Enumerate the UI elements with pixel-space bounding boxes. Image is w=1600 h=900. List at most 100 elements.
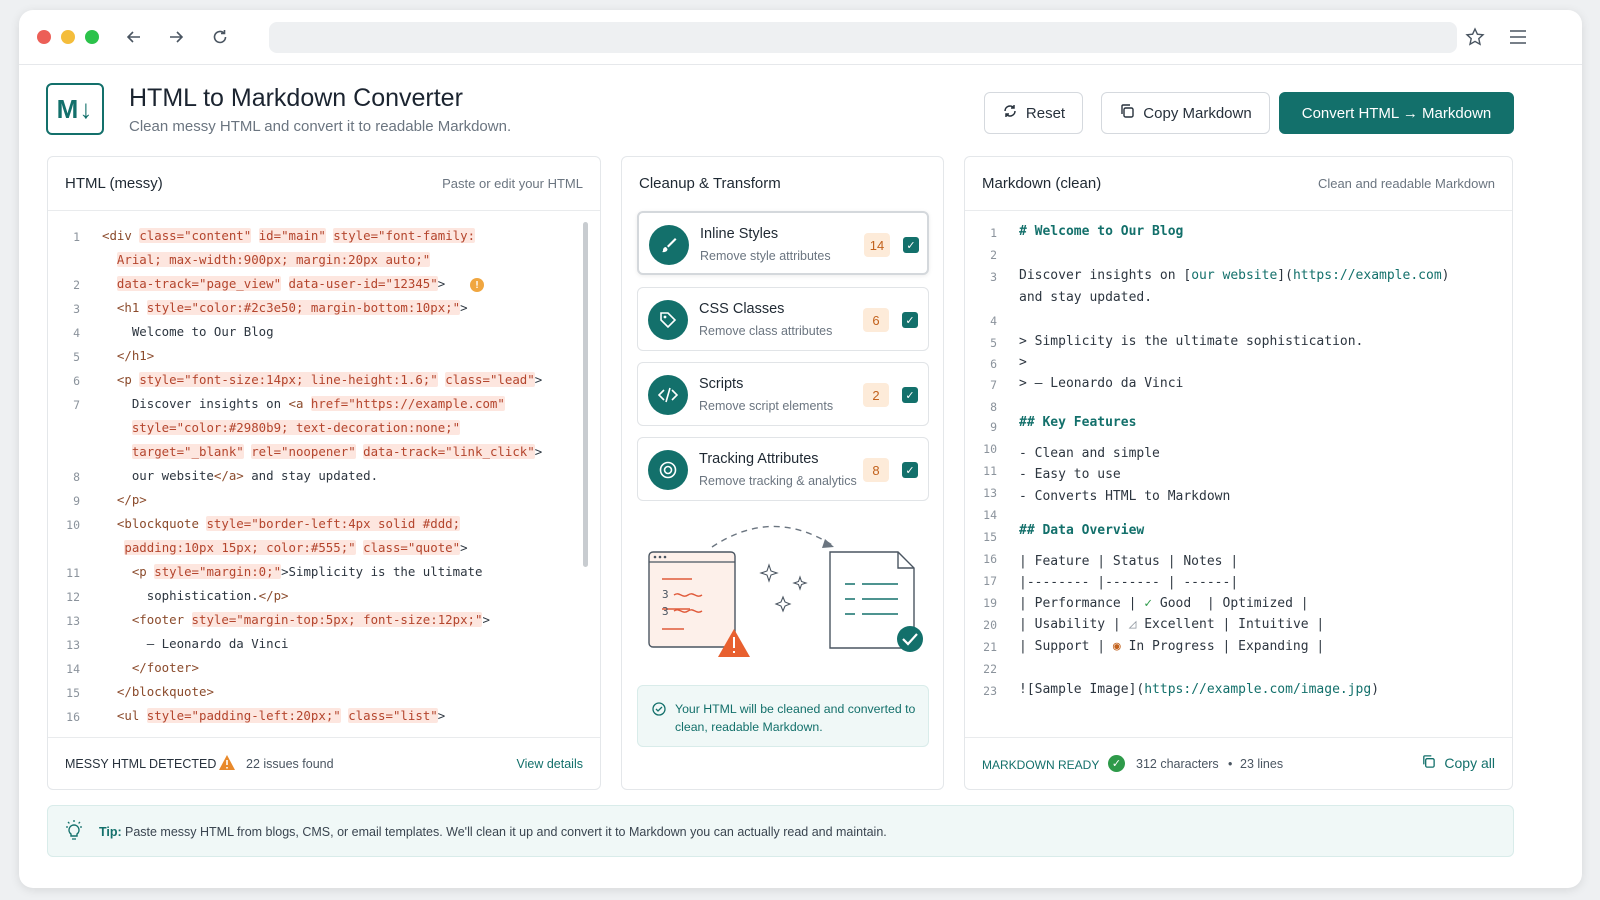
warning-triangle-icon [218, 754, 236, 774]
code-line: <h1 style="color:#2c3e50; margin-bottom:… [116, 300, 468, 315]
line-number: 20 [983, 618, 997, 632]
md-panel-title: Markdown (clean) [982, 175, 1102, 192]
line-number: 5 [73, 350, 80, 364]
convert-button[interactable]: Convert HTML → Markdown [1279, 92, 1514, 134]
option-title: CSS Classes [699, 301, 785, 317]
code-line: padding:10px 15px; color:#555;" class="q… [124, 540, 468, 555]
option-count-badge: 14 [864, 233, 890, 257]
md-line: > — Leonardo da Vinci [1019, 376, 1184, 391]
md-line: | Usability | ◿ Excellent | Intuitive | [1019, 617, 1325, 632]
md-line: | Performance | ✓ Good | Optimized | [1019, 596, 1309, 611]
issues-count: 22 issues found [246, 757, 334, 771]
code-line: </h1> [116, 348, 155, 363]
code-line: </footer> [131, 660, 199, 675]
code-line: style="color:#2980b9; text-decoration:no… [131, 420, 461, 435]
progress-icon: ◉ [1112, 639, 1121, 654]
line-number: 17 [983, 574, 997, 588]
line-number: 9 [73, 494, 80, 508]
line-number: 14 [66, 662, 80, 676]
md-line: and stay updated. [1019, 290, 1153, 305]
line-number: 2 [990, 248, 997, 262]
md-line: Discover insights on [our website](https… [1019, 268, 1450, 283]
md-line: > Simplicity is the ultimate sophisticat… [1019, 334, 1364, 349]
line-number: 22 [983, 662, 997, 676]
md-char-count: 312 characters [1136, 757, 1219, 771]
line-number: 13 [66, 614, 80, 628]
line-number: 15 [983, 530, 997, 544]
back-arrow-icon[interactable] [121, 24, 147, 50]
conversion-note-text: Your HTML will be cleaned and converted … [675, 702, 916, 734]
address-bar[interactable] [269, 22, 1457, 53]
illustration-char: 3 [662, 588, 669, 601]
reload-icon[interactable] [207, 24, 233, 50]
copy-markdown-label: Copy Markdown [1143, 104, 1252, 122]
markdown-output[interactable]: 1 2 3 4 5 6 7 8 9 10 11 13 14 15 16 17 19 20 21 22 23 # Welc… [965, 212, 1512, 738]
brush-icon [649, 225, 689, 265]
html-panel-header: HTML (messy) Paste or edit your HTML [48, 157, 600, 211]
code-line: — Leonardo da Vinci [102, 636, 289, 651]
forward-arrow-icon[interactable] [163, 24, 189, 50]
transform-panel-header: Cleanup & Transform [622, 157, 943, 211]
code-line: Discover insights on <a href="https://ex… [102, 396, 505, 411]
line-number: 16 [983, 552, 997, 566]
app-header: M↓ HTML to Markdown Converter Clean mess… [19, 66, 1582, 154]
reset-button[interactable]: Reset [984, 92, 1083, 134]
md-line: - Clean and simple [1019, 446, 1160, 461]
code-line: target="_blank" rel="noopener" data-trac… [131, 444, 543, 459]
reset-label: Reset [1025, 104, 1066, 122]
option-tracking-attributes[interactable]: Tracking Attributes Remove tracking & an… [637, 437, 929, 501]
checkbox-checked-icon[interactable]: ✓ [902, 387, 918, 403]
option-inline-styles[interactable]: Inline Styles Remove style attributes 14… [637, 211, 929, 275]
html-code-editor[interactable]: 1 2 3 4 5 6 7 8 9 10 11 12 13 13 14 15 16 <div class="co… [48, 212, 600, 738]
line-number: 6 [73, 374, 80, 388]
line-number: 7 [73, 398, 80, 412]
copy-icon [1421, 754, 1436, 772]
maximize-window-dot[interactable] [85, 30, 99, 44]
md-line: |-------- |------- | ------| [1019, 575, 1239, 590]
md-line: | Feature | Status | Notes | [1019, 554, 1239, 569]
md-panel-footer: MARKDOWN READY ✓ 312 characters • 23 lin… [965, 737, 1512, 789]
minimize-window-dot[interactable] [61, 30, 75, 44]
checkbox-checked-icon[interactable]: ✓ [902, 312, 918, 328]
check-circle-icon [652, 702, 666, 721]
code-line: <p style="margin:0;">Simplicity is the u… [131, 564, 483, 579]
menu-icon[interactable] [1505, 24, 1531, 50]
md-line: ![Sample Image](https://example.com/imag… [1019, 682, 1380, 697]
md-line-count: 23 lines [1240, 757, 1284, 771]
checkbox-checked-icon[interactable]: ✓ [902, 462, 918, 478]
html-scrollbar[interactable] [583, 222, 588, 567]
view-details-link[interactable]: View details [517, 757, 583, 771]
html-panel-title: HTML (messy) [65, 175, 163, 192]
md-line: - Easy to use [1019, 467, 1121, 482]
code-line: Arial; max-width:900px; margin:20px auto… [116, 252, 431, 267]
line-number: 2 [73, 278, 80, 292]
md-panel-hint: Clean and readable Markdown [1317, 176, 1495, 191]
code-line: data-track="page_view" data-user-id="123… [116, 276, 446, 291]
markdown-output-panel: Markdown (clean) Clean and readable Mark… [964, 156, 1513, 790]
option-count-badge: 2 [863, 383, 889, 407]
code-line: <ul style="padding-left:20px;" class="li… [116, 708, 446, 723]
option-desc: Remove class attributes [699, 324, 833, 338]
option-scripts[interactable]: Scripts Remove script elements 2 ✓ [637, 362, 929, 426]
checkbox-checked-icon[interactable]: ✓ [903, 237, 919, 253]
close-window-dot[interactable] [37, 30, 51, 44]
line-number: 5 [990, 336, 997, 350]
code-line: </p> [116, 492, 147, 507]
copy-all-button[interactable]: Copy all [1421, 754, 1495, 772]
transform-panel-title: Cleanup & Transform [639, 175, 781, 192]
copy-markdown-button[interactable]: Copy Markdown [1101, 92, 1270, 134]
option-css-classes[interactable]: CSS Classes Remove class attributes 6 ✓ [637, 287, 929, 351]
bookmark-star-icon[interactable] [1462, 24, 1488, 50]
html-panel-hint: Paste or edit your HTML [442, 176, 583, 191]
copy-all-label: Copy all [1444, 755, 1495, 771]
html-input-panel: HTML (messy) Paste or edit your HTML 123… [47, 156, 601, 790]
md-line: ## Key Features [1019, 415, 1137, 430]
tip-banner: Tip: Paste messy HTML from blogs, CMS, o… [47, 805, 1514, 857]
line-number: 8 [990, 400, 997, 414]
code-line: <p style="font-size:14px; line-height:1.… [116, 372, 543, 387]
copy-icon [1119, 103, 1135, 123]
tip-text: Paste messy HTML from blogs, CMS, or ema… [125, 825, 887, 839]
line-number: 8 [73, 470, 80, 484]
code-line: <blockquote style="border-left:4px solid… [116, 516, 461, 531]
check-circle-filled-icon: ✓ [1108, 755, 1125, 772]
